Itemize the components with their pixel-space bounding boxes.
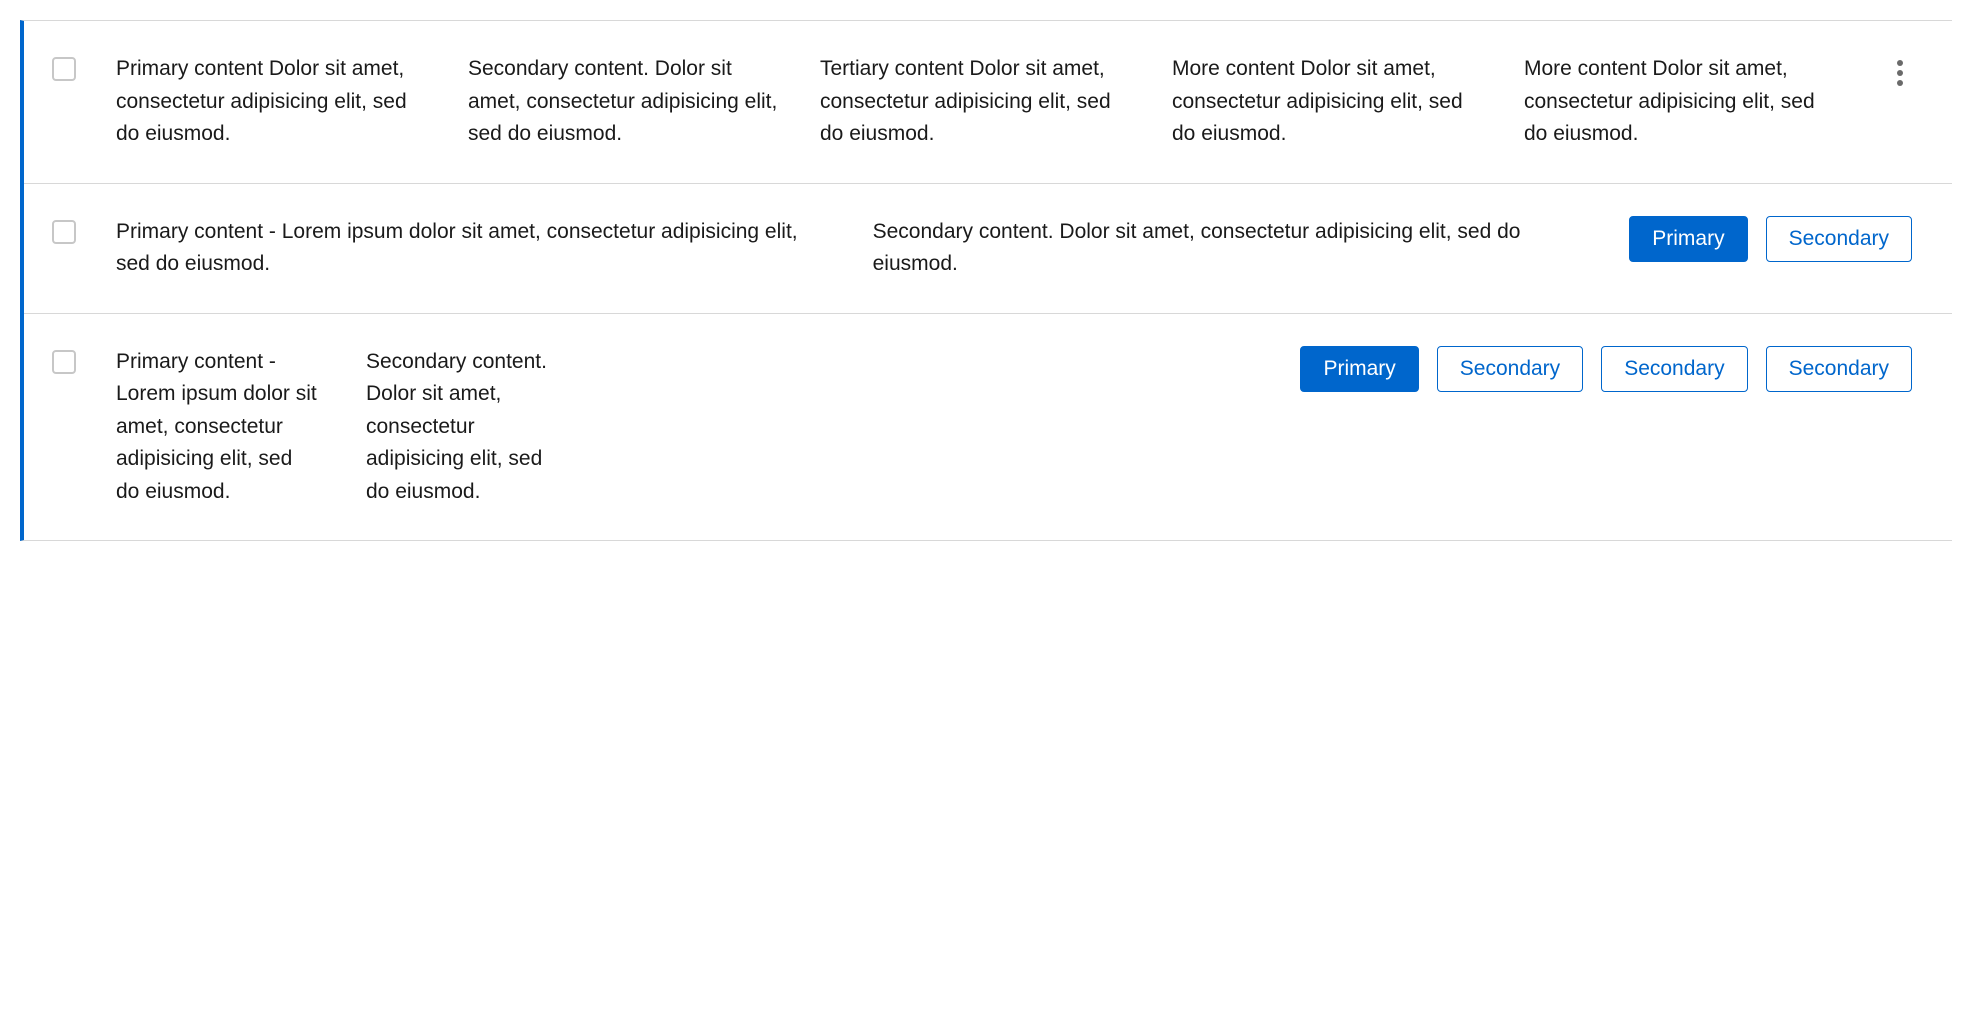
list-row: Primary content - Lorem ipsum dolor sit …: [24, 184, 1952, 314]
row-cell-secondary: Secondary content. Dolor sit amet, conse…: [873, 216, 1630, 281]
row-checkbox[interactable]: [52, 57, 76, 81]
row-cell-secondary: Secondary content. Dolor sit amet, conse…: [366, 346, 616, 509]
secondary-button[interactable]: Secondary: [1766, 346, 1912, 392]
row-cell-secondary: Secondary content. Dolor sit amet, conse…: [468, 53, 820, 151]
row-cell-more-1: More content Dolor sit amet, consectetur…: [1172, 53, 1524, 151]
row-checkbox[interactable]: [52, 220, 76, 244]
row-cell-tertiary: Tertiary content Dolor sit amet, consect…: [820, 53, 1172, 151]
list-row: Primary content Dolor sit amet, consecte…: [24, 21, 1952, 184]
kebab-cell: [1876, 53, 1912, 89]
primary-button[interactable]: Primary: [1300, 346, 1418, 392]
row-actions: Primary Secondary: [1629, 216, 1912, 262]
row-actions: Primary Secondary Secondary Secondary: [616, 346, 1912, 392]
checkbox-cell: [52, 53, 116, 81]
row-checkbox[interactable]: [52, 350, 76, 374]
row-cell-more-2: More content Dolor sit amet, consectetur…: [1524, 53, 1876, 151]
row-cell-primary: Primary content Dolor sit amet, consecte…: [116, 53, 468, 151]
secondary-button[interactable]: Secondary: [1601, 346, 1747, 392]
row-cell-primary: Primary content - Lorem ipsum dolor sit …: [116, 346, 366, 509]
secondary-button[interactable]: Secondary: [1766, 216, 1912, 262]
checkbox-cell: [52, 216, 116, 244]
secondary-button[interactable]: Secondary: [1437, 346, 1583, 392]
data-list: Primary content Dolor sit amet, consecte…: [20, 20, 1952, 541]
checkbox-cell: [52, 346, 116, 374]
list-row: Primary content - Lorem ipsum dolor sit …: [24, 314, 1952, 541]
row-cell-primary: Primary content - Lorem ipsum dolor sit …: [116, 216, 873, 281]
kebab-menu-icon[interactable]: [1888, 57, 1912, 89]
primary-button[interactable]: Primary: [1629, 216, 1747, 262]
